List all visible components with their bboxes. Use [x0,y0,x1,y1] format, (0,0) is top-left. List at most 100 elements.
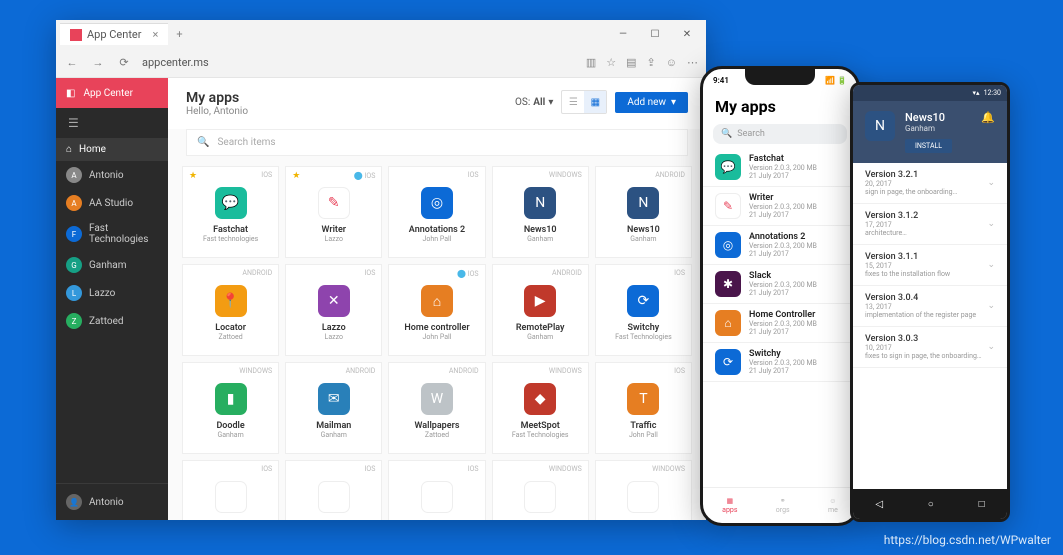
app-card[interactable]: WINDOWS ▮ Doodle Ganham [182,362,279,454]
list-view-button[interactable]: ☰ [562,91,584,113]
app-card[interactable]: ANDROID 📍 Locator Zattoed [182,264,279,356]
android-home-icon[interactable]: ○ [928,499,934,510]
search-input[interactable]: 🔍 Search items [186,129,688,156]
star-icon[interactable]: ☆ [606,56,616,69]
app-card[interactable]: WINDOWS ◆ MeetSpot Fast Technologies [492,362,589,454]
hamburger-icon[interactable]: ☰ [56,108,168,138]
app-name: News10 [524,225,557,235]
minimize-button[interactable]: — [608,22,638,46]
ios-tab-orgs[interactable]: ⚭orgs [776,497,790,514]
app-card[interactable]: ANDROID W Wallpapers Zattoed [388,362,485,454]
signal-icon: ▾▴ [973,89,980,97]
app-card[interactable]: IOS [285,460,382,520]
app-card[interactable]: WINDOWS [492,460,589,520]
app-card[interactable]: ⬤ IOS ⌂ Home controller John Pall [388,264,485,356]
star-icon: ★ [292,171,300,181]
app-icon [318,481,350,513]
os-tag: IOS [261,465,272,473]
android-back-icon[interactable]: ◁ [875,499,883,510]
android-recent-icon[interactable]: □ [979,499,985,510]
install-button[interactable]: INSTALL [905,139,952,153]
app-owner: Ganham [630,235,656,243]
menu-icon[interactable]: ⋯ [687,56,698,69]
ios-tab-bar: ▦apps ⚭orgs ☺me [703,487,857,523]
app-card[interactable]: ANDROID ▶ RemotePlay Ganham [492,264,589,356]
app-card[interactable]: ★ ⬤ IOS ✎ Writer Lazzo [285,166,382,258]
app-owner: Ganham [321,431,347,439]
tab-close-icon[interactable]: × [152,28,158,41]
back-button[interactable]: ← [64,56,80,69]
ios-tab-apps[interactable]: ▦apps [722,497,737,514]
ios-search-input[interactable]: 🔍 Search [713,124,847,144]
app-name: Switchy [628,323,660,333]
sidebar-item[interactable]: L Lazzo [56,279,168,307]
os-filter[interactable]: OS: All ▾ [515,97,553,108]
ios-time: 9:41 [713,76,729,85]
app-card[interactable]: ANDROID ✉ Mailman Ganham [285,362,382,454]
ios-list-item[interactable]: 💬 Fastchat Version 2.0.3, 200 MB 21 July… [703,148,857,187]
app-card[interactable]: ★ IOS 💬 Fastchat Fast technologies [182,166,279,258]
org-label: Antonio [89,170,124,181]
version-item[interactable]: Version 3.0.3 10, 2017 fixes to sign in … [853,327,1007,368]
app-meta: Version 2.0.3, 200 MB [749,359,817,367]
version-item[interactable]: Version 3.1.1 15, 2017 fixes to the inst… [853,245,1007,286]
app-card[interactable]: IOS ◎ Annotations 2 John Pall [388,166,485,258]
sidebar-item[interactable]: F Fast Technologies [56,217,168,251]
sidebar-item[interactable]: G Ganham [56,251,168,279]
app-grid: ★ IOS 💬 Fastchat Fast technologies ★ ⬤ I… [168,166,706,520]
ios-list-item[interactable]: ◎ Annotations 2 Version 2.0.3, 200 MB 21… [703,226,857,265]
android-header: N News10 Ganham INSTALL 🔔 [853,101,1007,163]
forward-button[interactable]: → [90,56,106,69]
ios-list-item[interactable]: ⟳ Switchy Version 2.0.3, 200 MB 21 July … [703,343,857,382]
app-card[interactable]: IOS [388,460,485,520]
app-card[interactable]: IOS [182,460,279,520]
add-new-button[interactable]: Add new ▾ [615,92,688,113]
grid-view-button[interactable]: ▦ [584,91,606,113]
version-item[interactable]: Version 3.0.4 13, 2017 implementation of… [853,286,1007,327]
maximize-button[interactable]: ☐ [640,22,670,46]
smile-icon[interactable]: ☺ [666,56,677,69]
share-icon[interactable]: ⇪ [647,56,656,69]
ios-search-placeholder: Search [737,129,765,139]
app-owner: John Pall [423,333,452,341]
bell-icon[interactable]: 🔔 [981,111,995,153]
ios-list-item[interactable]: ⌂ Home Controller Version 2.0.3, 200 MB … [703,304,857,343]
app-card[interactable]: WINDOWS [595,460,692,520]
chevron-down-icon: ▾ [671,97,676,108]
sidebar-footer[interactable]: 👤 Antonio [56,483,168,520]
app-card[interactable]: WINDOWS N News10 Ganham [492,166,589,258]
reading-icon[interactable]: ▥ [586,56,596,69]
sidebar-brand[interactable]: ◧ App Center [56,78,168,108]
refresh-button[interactable]: ⟳ [116,56,132,69]
app-owner: John Pall [629,431,658,439]
notes-icon[interactable]: ▤ [626,56,636,69]
app-meta: Version 2.0.3, 200 MB [749,281,817,289]
app-card[interactable]: IOS ⟳ Switchy Fast Technologies [595,264,692,356]
app-card[interactable]: IOS ✕ Lazzo Lazzo [285,264,382,356]
new-tab-button[interactable]: + [168,26,190,43]
ios-list-item[interactable]: ✎ Writer Version 2.0.3, 200 MB 21 July 2… [703,187,857,226]
version-item[interactable]: Version 3.1.2 17, 2017 architecture… ⌄ [853,204,1007,245]
os-tag: IOS [365,172,376,180]
org-avatar: F [66,226,82,242]
app-owner: Lazzo [325,333,343,341]
app-card[interactable]: ANDROID N News10 Ganham [595,166,692,258]
app-card[interactable]: IOS T Traffic John Pall [595,362,692,454]
page-title: My apps [186,90,248,106]
app-name: Switchy [749,349,817,359]
me-icon: ☺ [829,497,836,505]
hockey-icon: ⬤ [354,171,363,180]
ios-tab-me[interactable]: ☺me [828,497,838,514]
sidebar-item[interactable]: A AA Studio [56,189,168,217]
version-name: Version 3.1.2 [865,211,918,221]
browser-tab[interactable]: App Center × [60,23,168,45]
ios-list-item[interactable]: ✱ Slack Version 2.0.3, 200 MB 21 July 20… [703,265,857,304]
android-owner: Ganham [905,124,952,133]
sidebar-item[interactable]: A Antonio [56,161,168,189]
version-notes: sign in page, the onboarding… [865,188,957,196]
url-field[interactable]: appcenter.ms [142,56,576,69]
version-item[interactable]: Version 3.2.1 20, 2017 sign in page, the… [853,163,1007,204]
sidebar-home[interactable]: ⌂ Home [56,138,168,161]
sidebar-item[interactable]: Z Zattoed [56,307,168,335]
close-button[interactable]: ✕ [672,22,702,46]
